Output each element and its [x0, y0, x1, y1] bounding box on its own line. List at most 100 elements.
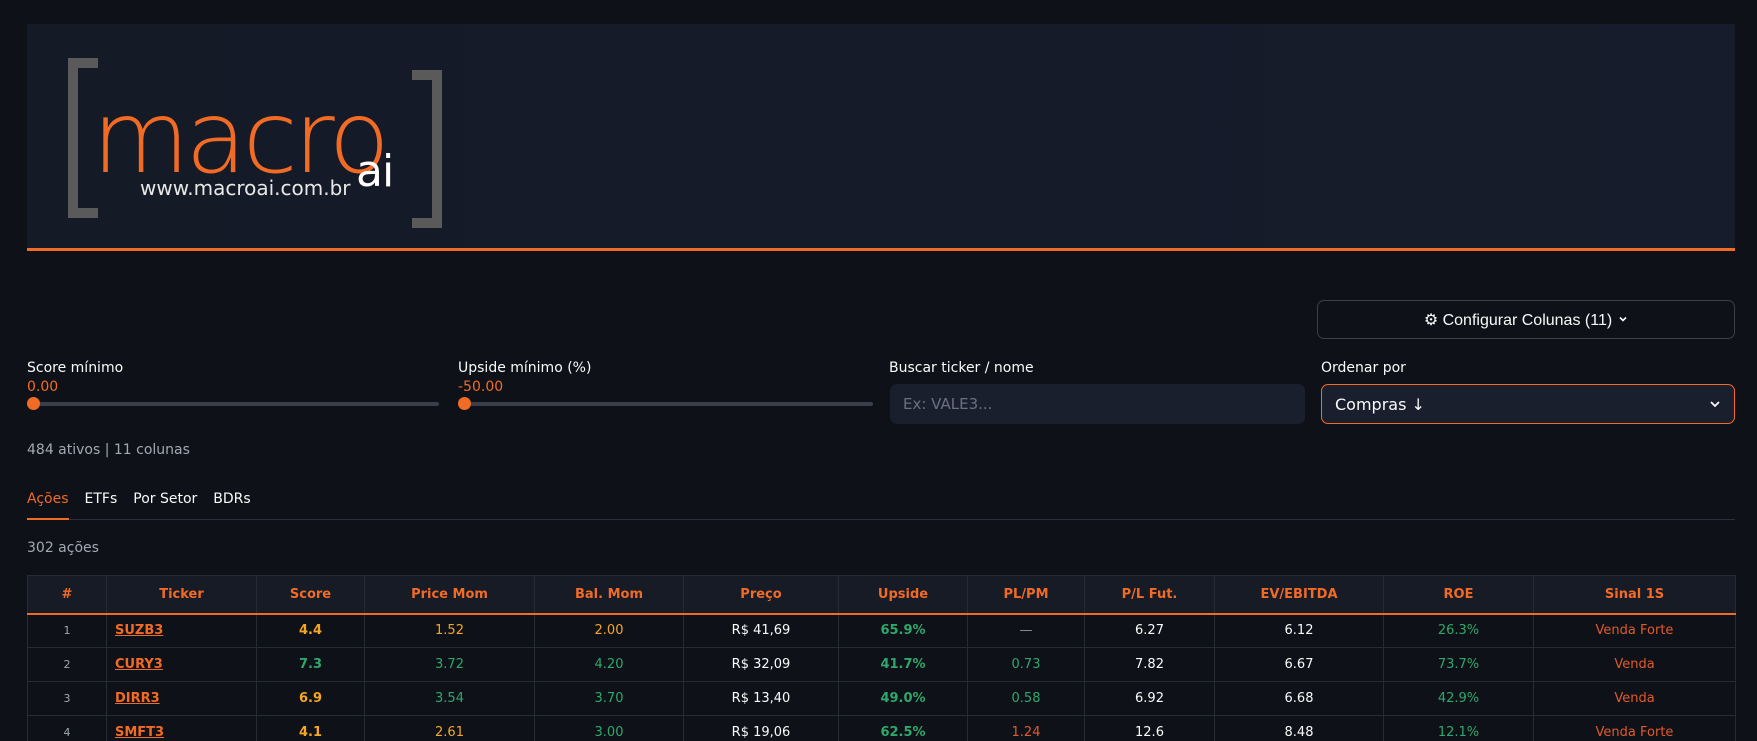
- cell-ticker: SMFT3: [106, 715, 257, 741]
- chevron-down-icon: [1618, 311, 1628, 329]
- tab-bar: Ações ETFs Por Setor BDRs: [27, 488, 1735, 520]
- page: macro ai www.macroai.com.br ⚙ Configurar…: [0, 0, 1757, 741]
- score-min-slider-thumb[interactable]: [27, 397, 40, 410]
- tab-bdrs[interactable]: BDRs: [213, 488, 250, 520]
- tab-acoes[interactable]: Ações: [27, 488, 69, 520]
- column-header[interactable]: Upside: [838, 575, 968, 615]
- table-row: 1 SUZB3 4.4 1.52 2.00 R$ 41,69 65.9% — 6…: [27, 613, 1736, 648]
- chevron-down-icon: [1709, 395, 1721, 414]
- column-header[interactable]: ROE: [1383, 575, 1534, 615]
- ticker-link[interactable]: SMFT3: [115, 725, 164, 740]
- tab-por-setor[interactable]: Por Setor: [133, 488, 197, 520]
- cell-pl-pm: 0.58: [967, 681, 1085, 716]
- column-header[interactable]: PL/PM: [967, 575, 1085, 615]
- cell-rank: 4: [27, 715, 107, 741]
- cell-roe: 12.1%: [1383, 715, 1534, 741]
- cell-score: 4.1: [256, 715, 365, 741]
- cell-roe: 42.9%: [1383, 681, 1534, 716]
- cell-ev-ebitda: 8.48: [1214, 715, 1384, 741]
- cell-roe: 26.3%: [1383, 613, 1534, 648]
- cell-ticker: DIRR3: [106, 681, 257, 716]
- cell-pl-pm: —: [967, 613, 1085, 648]
- cell-pl-fut: 6.27: [1084, 613, 1215, 648]
- cell-price-mom: 3.72: [364, 647, 535, 682]
- cell-pl-fut: 12.6: [1084, 715, 1215, 741]
- column-header[interactable]: EV/EBITDA: [1214, 575, 1384, 615]
- cell-rank: 2: [27, 647, 107, 682]
- stocks-table: # Ticker Score Price Mom Bal. Mom Preço …: [27, 575, 1736, 741]
- cell-upside: 49.0%: [838, 681, 968, 716]
- sort-select-value: Compras ↓: [1335, 394, 1425, 414]
- cell-pl-pm: 1.24: [967, 715, 1085, 741]
- cell-ev-ebitda: 6.68: [1214, 681, 1384, 716]
- sort-select[interactable]: Compras ↓: [1321, 384, 1735, 424]
- column-header[interactable]: Ticker: [106, 575, 257, 615]
- score-min-value: 0.00: [27, 379, 59, 395]
- ticker-link[interactable]: DIRR3: [115, 691, 160, 706]
- logo-ai: ai: [356, 146, 394, 197]
- search-input[interactable]: [890, 384, 1305, 424]
- table-row: 3 DIRR3 6.9 3.54 3.70 R$ 13,40 49.0% 0.5…: [27, 681, 1736, 716]
- cell-bal-mom: 3.00: [534, 715, 684, 741]
- cell-rank: 1: [27, 613, 107, 648]
- cell-ticker: SUZB3: [106, 613, 257, 648]
- cell-bal-mom: 3.70: [534, 681, 684, 716]
- table-header-row: # Ticker Score Price Mom Bal. Mom Preço …: [27, 575, 1736, 615]
- logo-url: www.macroai.com.br: [140, 176, 351, 200]
- score-min-label: Score mínimo: [27, 360, 124, 376]
- upside-min-label: Upside mínimo (%): [458, 360, 592, 376]
- column-header[interactable]: Preço: [683, 575, 839, 615]
- cell-roe: 73.7%: [1383, 647, 1534, 682]
- cell-price: R$ 13,40: [683, 681, 839, 716]
- cell-ev-ebitda: 6.12: [1214, 613, 1384, 648]
- column-header[interactable]: Sinal 1S: [1533, 575, 1736, 615]
- stocks-table-wrap: # Ticker Score Price Mom Bal. Mom Preço …: [27, 575, 1736, 741]
- cell-signal: Venda: [1533, 647, 1736, 682]
- cell-bal-mom: 4.20: [534, 647, 684, 682]
- assets-summary: 484 ativos | 11 colunas: [27, 442, 190, 458]
- tab-etfs[interactable]: ETFs: [85, 488, 118, 520]
- cell-score: 6.9: [256, 681, 365, 716]
- cell-signal: Venda Forte: [1533, 715, 1736, 741]
- upside-min-value: -50.00: [458, 379, 504, 395]
- configure-columns-label: ⚙ Configurar Colunas (11): [1423, 311, 1613, 329]
- column-header[interactable]: P/L Fut.: [1084, 575, 1215, 615]
- cell-pl-pm: 0.73: [967, 647, 1085, 682]
- table-row: 4 SMFT3 4.1 2.61 3.00 R$ 19,06 62.5% 1.2…: [27, 715, 1736, 741]
- upside-min-slider[interactable]: [458, 397, 873, 410]
- cell-rank: 3: [27, 681, 107, 716]
- banner-divider: [27, 248, 1735, 251]
- cell-signal: Venda: [1533, 681, 1736, 716]
- cell-upside: 65.9%: [838, 613, 968, 648]
- sort-label: Ordenar por: [1321, 360, 1406, 376]
- cell-price: R$ 19,06: [683, 715, 839, 741]
- logo-bracket-right: [412, 70, 442, 228]
- cell-signal: Venda Forte: [1533, 613, 1736, 648]
- cell-upside: 62.5%: [838, 715, 968, 741]
- stocks-count: 302 ações: [27, 540, 99, 556]
- cell-score: 7.3: [256, 647, 365, 682]
- table-row: 2 CURY3 7.3 3.72 4.20 R$ 32,09 41.7% 0.7…: [27, 647, 1736, 682]
- cell-pl-fut: 7.82: [1084, 647, 1215, 682]
- cell-ticker: CURY3: [106, 647, 257, 682]
- cell-price-mom: 2.61: [364, 715, 535, 741]
- column-header[interactable]: Price Mom: [364, 575, 535, 615]
- column-header[interactable]: Score: [256, 575, 365, 615]
- cell-price: R$ 41,69: [683, 613, 839, 648]
- configure-columns-button[interactable]: ⚙ Configurar Colunas (11): [1317, 300, 1735, 339]
- ticker-link[interactable]: CURY3: [115, 657, 163, 672]
- cell-price-mom: 3.54: [364, 681, 535, 716]
- column-header[interactable]: Bal. Mom: [534, 575, 684, 615]
- cell-bal-mom: 2.00: [534, 613, 684, 648]
- cell-pl-fut: 6.92: [1084, 681, 1215, 716]
- cell-price: R$ 32,09: [683, 647, 839, 682]
- search-label: Buscar ticker / nome: [889, 360, 1034, 376]
- score-min-slider[interactable]: [27, 397, 439, 410]
- cell-upside: 41.7%: [838, 647, 968, 682]
- logo-word: macro: [92, 79, 390, 196]
- upside-min-slider-thumb[interactable]: [458, 397, 471, 410]
- cell-ev-ebitda: 6.67: [1214, 647, 1384, 682]
- column-header[interactable]: #: [27, 575, 107, 615]
- cell-score: 4.4: [256, 613, 365, 648]
- ticker-link[interactable]: SUZB3: [115, 623, 163, 638]
